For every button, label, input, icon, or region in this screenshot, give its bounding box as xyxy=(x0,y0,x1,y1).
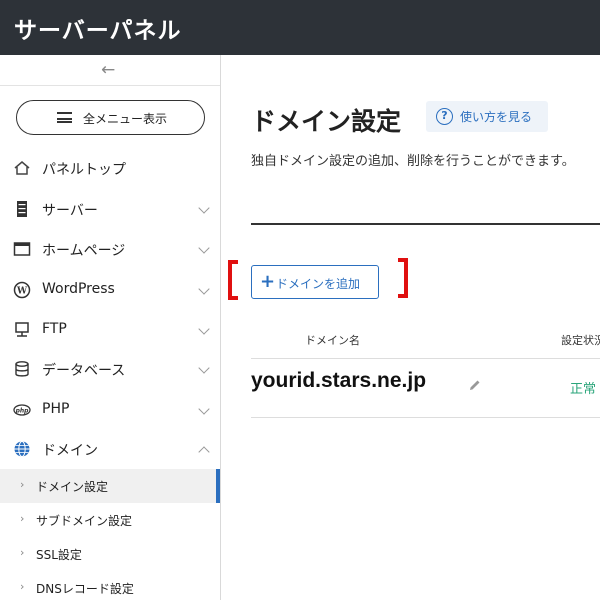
server-icon xyxy=(17,201,27,217)
browser-window-icon xyxy=(13,242,31,256)
sidebar-item-database[interactable]: データベース xyxy=(0,350,220,388)
domain-name-cell: yourid.stars.ne.jp xyxy=(251,369,427,392)
sidebar-subitem-ssl-settings[interactable]: › SSL設定 xyxy=(0,537,220,571)
status-cell: 正常 xyxy=(570,382,597,397)
arrow-left-icon: ← xyxy=(101,60,116,80)
sidebar-item-domain[interactable]: ドメイン xyxy=(0,430,220,468)
chevron-down-icon xyxy=(198,323,210,335)
table-row-divider xyxy=(251,358,600,359)
active-indicator xyxy=(216,469,220,503)
chevron-right-icon: › xyxy=(20,546,25,559)
page-title: ドメイン設定 xyxy=(251,107,402,136)
chevron-up-icon xyxy=(198,446,210,458)
sidebar-subitem-label: SSL設定 xyxy=(36,548,82,562)
wordpress-icon: W xyxy=(13,281,31,299)
all-menu-label: 全メニュー表示 xyxy=(83,112,168,126)
sidebar-subitem-label: DNSレコード設定 xyxy=(36,582,134,596)
chevron-down-icon xyxy=(198,202,210,214)
sidebar-subitem-domain-settings[interactable]: › ドメイン設定 xyxy=(0,469,220,503)
php-icon: php xyxy=(13,404,31,416)
globe-icon xyxy=(14,441,30,457)
hamburger-icon xyxy=(57,112,72,123)
sidebar-item-label: ドメイン xyxy=(42,443,98,459)
column-header-status: 設定状況 xyxy=(561,334,600,347)
chevron-right-icon: › xyxy=(20,478,25,491)
divider xyxy=(251,223,600,225)
table-row-divider xyxy=(251,417,600,418)
page-description: 独自ドメイン設定の追加、削除を行うことができます。 xyxy=(251,154,575,169)
sidebar: ← 全メニュー表示 パネルトップ サーバー ホームページ W WordPress… xyxy=(0,55,221,600)
sidebar-item-php[interactable]: php PHP xyxy=(0,391,220,429)
sidebar-item-ftp[interactable]: FTP xyxy=(0,311,220,349)
help-button[interactable]: ? 使い方を見る xyxy=(426,101,548,132)
sidebar-item-label: WordPress xyxy=(42,281,115,297)
all-menu-button[interactable]: 全メニュー表示 xyxy=(16,100,205,135)
svg-text:php: php xyxy=(15,407,30,414)
add-domain-button[interactable]: + ドメインを追加 xyxy=(251,265,379,299)
chevron-right-icon: › xyxy=(20,580,25,593)
sidebar-item-label: ホームページ xyxy=(42,243,126,259)
help-button-label: 使い方を見る xyxy=(460,110,533,124)
sidebar-item-panel-top[interactable]: パネルトップ xyxy=(0,149,220,187)
chevron-down-icon xyxy=(198,403,210,415)
question-icon: ? xyxy=(436,108,453,125)
database-icon xyxy=(15,361,29,377)
sidebar-item-wordpress[interactable]: W WordPress xyxy=(0,271,220,309)
sidebar-subitem-subdomain-settings[interactable]: › サブドメイン設定 xyxy=(0,503,220,537)
sidebar-item-label: データベース xyxy=(42,363,126,379)
chevron-down-icon xyxy=(198,362,210,374)
highlight-bracket-right xyxy=(398,258,408,298)
column-header-domain: ドメイン名 xyxy=(305,334,360,347)
plus-icon: + xyxy=(260,271,276,292)
sidebar-item-label: FTP xyxy=(42,321,67,337)
sidebar-item-label: サーバー xyxy=(42,203,98,219)
ftp-monitor-icon xyxy=(15,322,29,337)
pencil-icon[interactable] xyxy=(468,378,482,392)
svg-text:W: W xyxy=(16,287,28,297)
top-bar: サーバーパネル xyxy=(0,0,600,55)
sidebar-subitem-label: ドメイン設定 xyxy=(36,480,109,494)
app-title: サーバーパネル xyxy=(14,18,182,44)
sidebar-item-label: PHP xyxy=(42,401,70,417)
sidebar-subitem-label: サブドメイン設定 xyxy=(36,514,133,528)
sidebar-item-homepage[interactable]: ホームページ xyxy=(0,230,220,268)
sidebar-subitem-dns-record-settings[interactable]: › DNSレコード設定 xyxy=(0,571,220,600)
main-content: ドメイン設定 ? 使い方を見る 独自ドメイン設定の追加、削除を行うことができます… xyxy=(222,55,600,600)
sidebar-collapse-button[interactable]: ← xyxy=(0,55,220,86)
add-domain-button-label: ドメインを追加 xyxy=(276,277,361,291)
chevron-down-icon xyxy=(198,283,210,295)
highlight-bracket-left xyxy=(228,260,238,300)
chevron-down-icon xyxy=(198,242,210,254)
sidebar-item-label: パネルトップ xyxy=(42,162,126,178)
home-icon xyxy=(14,161,30,175)
chevron-right-icon: › xyxy=(20,512,25,525)
sidebar-item-server[interactable]: サーバー xyxy=(0,190,220,228)
